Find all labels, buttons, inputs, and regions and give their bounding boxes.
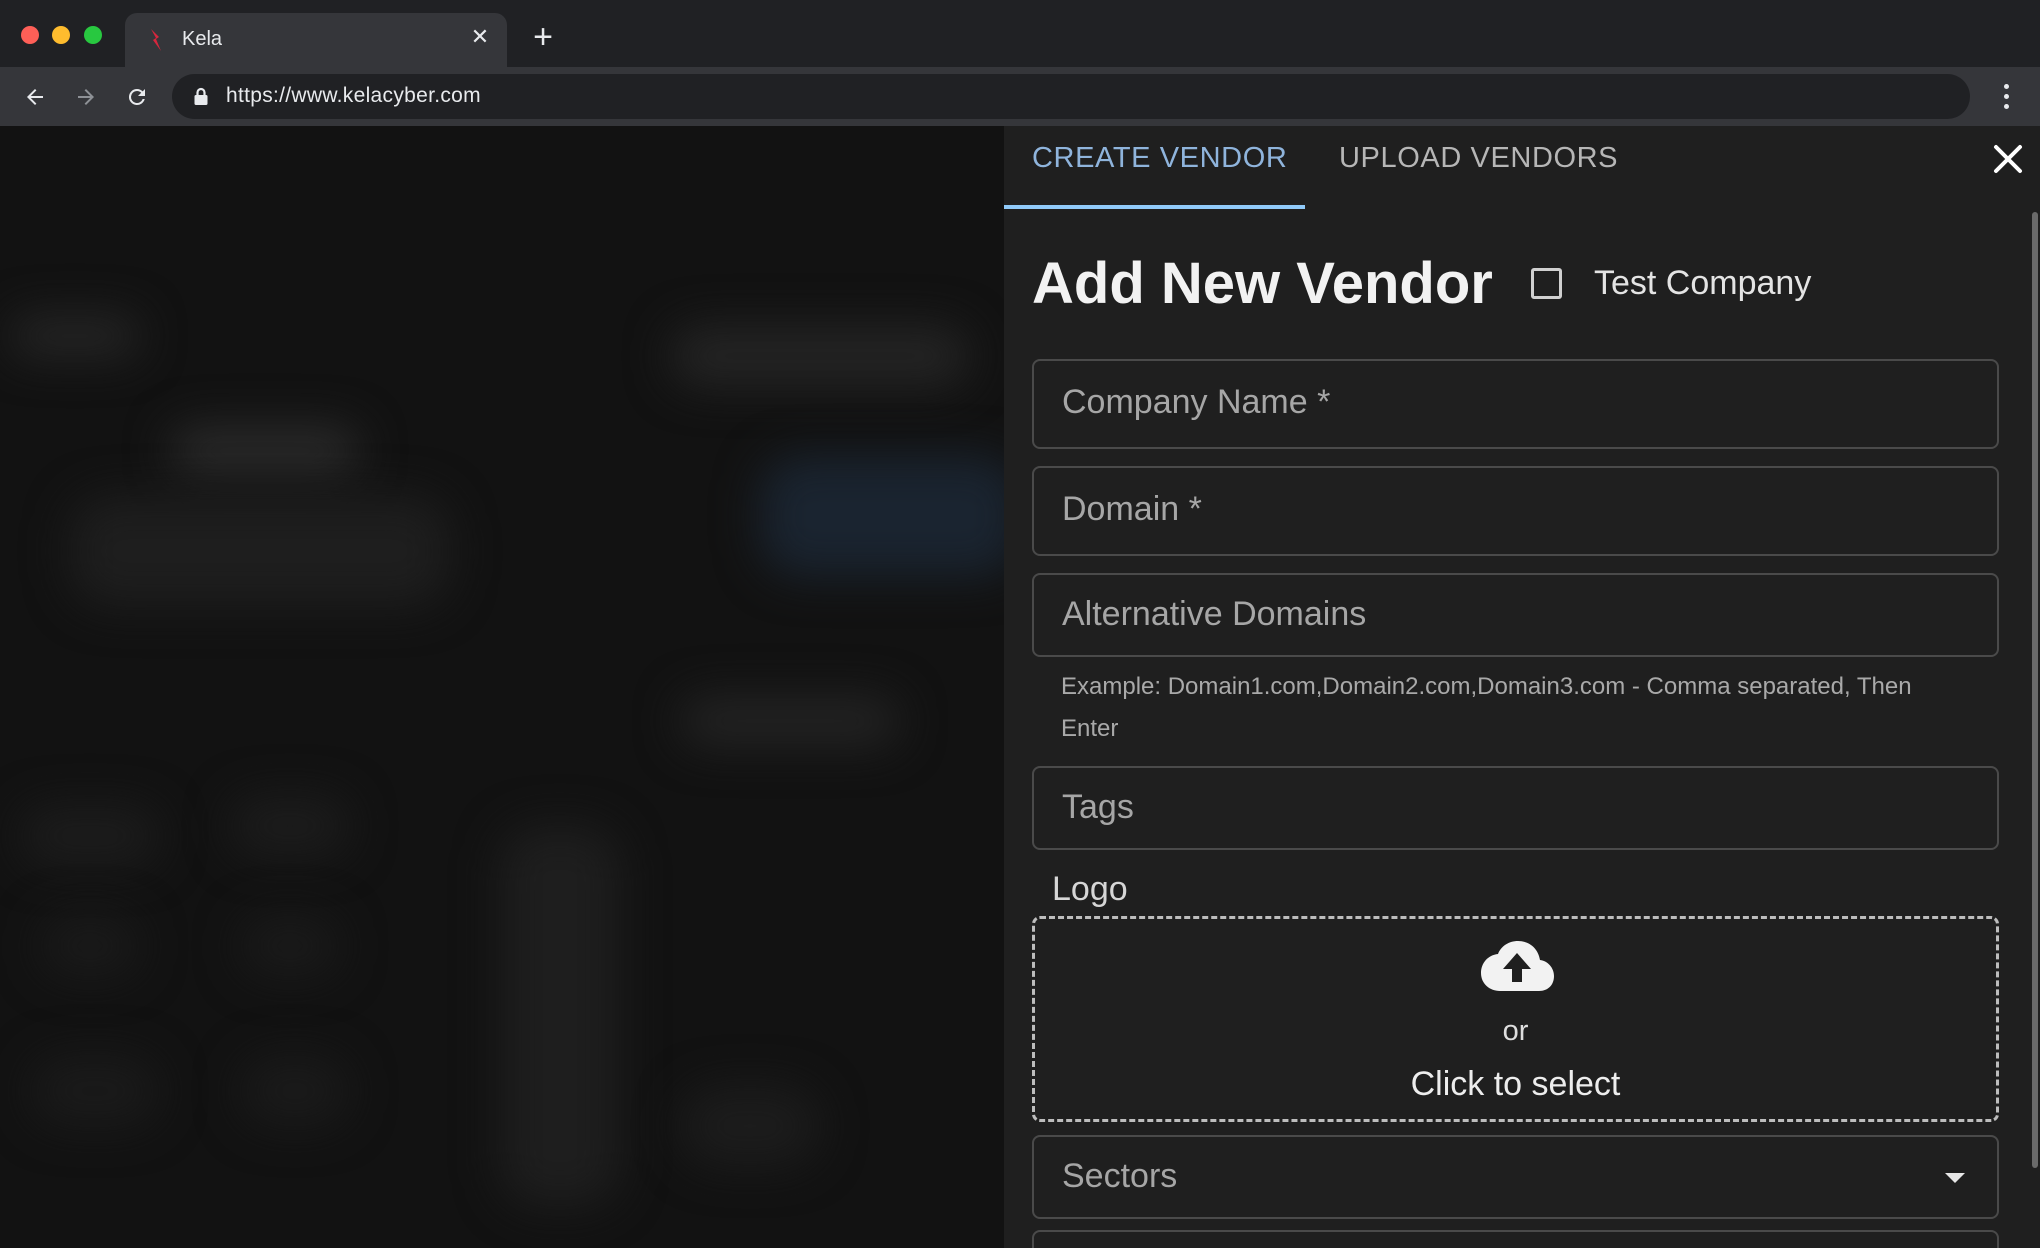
- cloud-upload-icon: [1481, 941, 1554, 991]
- company-name-label: Company Name *: [1062, 383, 1331, 421]
- sectors-label: Sectors: [1062, 1157, 1178, 1195]
- tags-field[interactable]: Tags: [1032, 766, 1999, 850]
- dropzone-click-to-select[interactable]: Click to select: [1035, 1065, 1996, 1104]
- logo-dropzone[interactable]: or Click to select: [1032, 916, 1999, 1122]
- vendor-tabs: CREATE VENDOR UPLOAD VENDORS: [1004, 126, 2040, 210]
- tab-upload-vendors[interactable]: UPLOAD VENDORS: [1339, 142, 1618, 175]
- page-title: Add New Vendor: [1032, 251, 1493, 316]
- next-field-partial[interactable]: [1032, 1230, 1999, 1248]
- company-name-field[interactable]: Company Name *: [1032, 359, 1999, 449]
- active-tab-indicator: [1004, 205, 1305, 209]
- browser-tab-title: Kela: [182, 28, 223, 50]
- tab-create-vendor[interactable]: CREATE VENDOR: [1032, 142, 1287, 175]
- drawer-scrollbar[interactable]: [2032, 212, 2038, 1168]
- test-company-checkbox[interactable]: [1531, 268, 1562, 299]
- sectors-select[interactable]: Sectors: [1032, 1135, 1999, 1219]
- alternative-domains-field[interactable]: Alternative Domains: [1032, 573, 1999, 657]
- more-vert-icon[interactable]: [1988, 77, 2024, 117]
- blurred-background: [0, 126, 1004, 1248]
- browser-tab[interactable]: Kela ✕: [125, 13, 507, 67]
- lock-icon: [194, 87, 208, 105]
- forward-arrow-icon[interactable]: [66, 77, 106, 117]
- test-company-label[interactable]: Test Company: [1594, 264, 1811, 303]
- browser-titlebar: Kela ✕ +: [0, 0, 2040, 67]
- page-content: CREATE VENDOR UPLOAD VENDORS Add New Ven…: [0, 126, 2040, 1248]
- tab-close-icon[interactable]: ✕: [467, 25, 493, 51]
- alternative-domains-label: Alternative Domains: [1062, 595, 1367, 633]
- reload-icon[interactable]: [117, 77, 157, 117]
- window-maximize-button[interactable]: [84, 26, 102, 44]
- domain-label: Domain *: [1062, 490, 1202, 528]
- new-tab-button[interactable]: +: [526, 20, 560, 54]
- browser-toolbar: https://www.kelacyber.com: [0, 67, 2040, 126]
- alternative-domains-helper-text: Example: Domain1.com,Domain2.com,Domain3…: [1061, 673, 1912, 742]
- logo-label: Logo: [1052, 870, 1128, 908]
- dropdown-caret-icon[interactable]: [1945, 1173, 1965, 1183]
- kela-favicon-icon: [151, 29, 161, 51]
- dropzone-or-text: or: [1502, 1015, 1529, 1047]
- address-bar[interactable]: https://www.kelacyber.com: [172, 74, 1970, 119]
- create-vendor-drawer: CREATE VENDOR UPLOAD VENDORS Add New Ven…: [1004, 126, 2040, 1248]
- tags-label: Tags: [1062, 788, 1134, 826]
- url-text: https://www.kelacyber.com: [226, 84, 481, 107]
- close-icon[interactable]: [1989, 140, 2027, 178]
- domain-field[interactable]: Domain *: [1032, 466, 1999, 556]
- window-minimize-button[interactable]: [52, 26, 70, 44]
- back-arrow-icon[interactable]: [15, 77, 55, 117]
- window-close-button[interactable]: [21, 26, 39, 44]
